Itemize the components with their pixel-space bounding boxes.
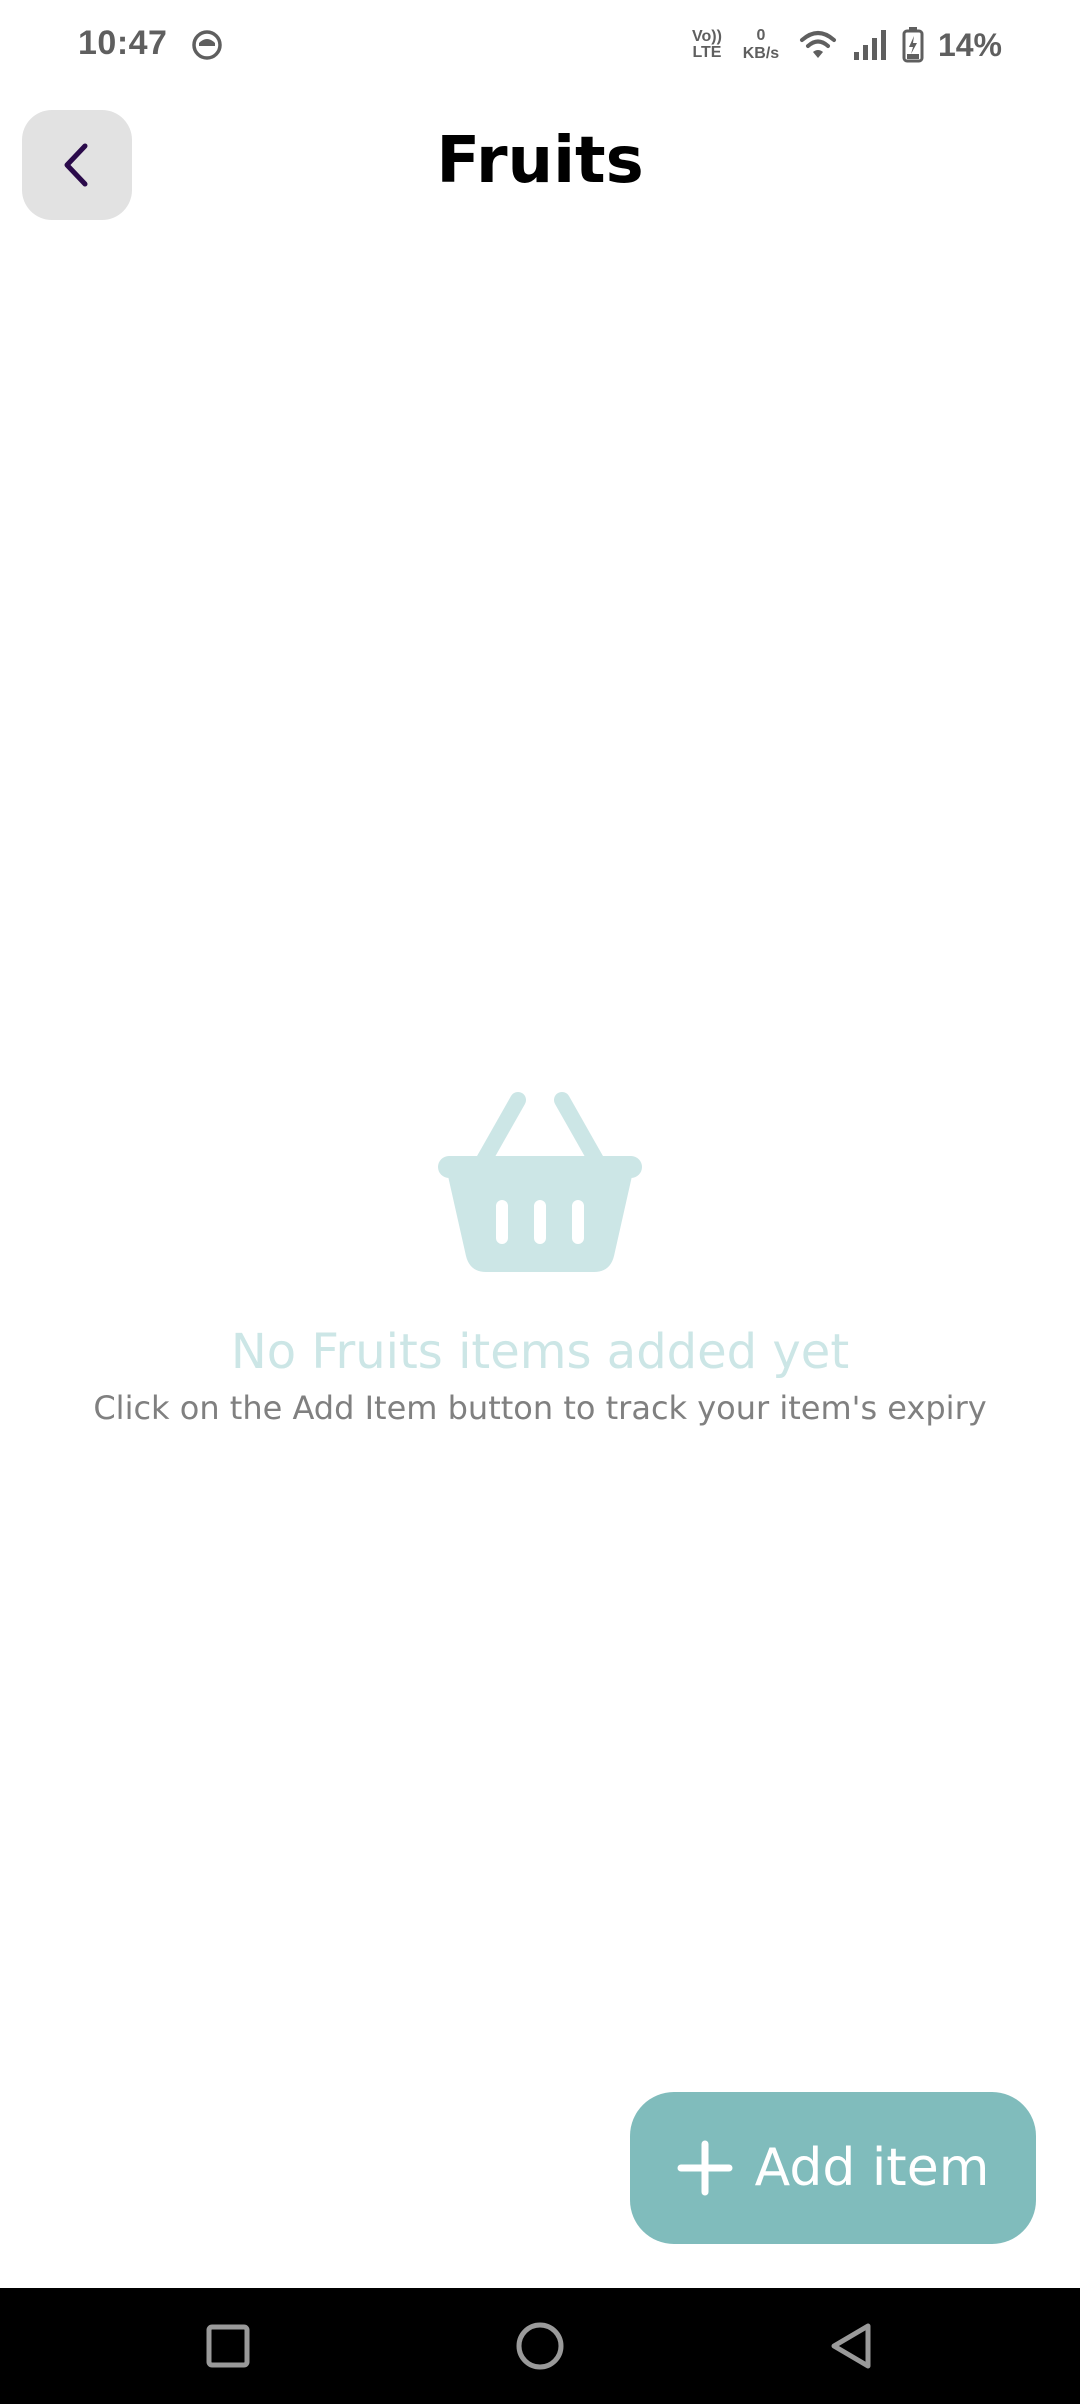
battery-percent: 14%	[937, 26, 1002, 63]
recents-button[interactable]	[198, 2316, 258, 2376]
triangle-back-icon	[831, 2323, 871, 2369]
volte-indicator: Vo)) LTE	[690, 29, 724, 61]
network-speed-unit: KB/s	[742, 45, 780, 62]
empty-state-title: No Fruits items added yet	[230, 1324, 850, 1380]
square-icon	[206, 2324, 250, 2368]
battery-charging-icon	[902, 27, 924, 63]
add-item-label: Add item	[754, 2138, 990, 2198]
wifi-icon	[799, 31, 836, 58]
empty-state: No Fruits items added yet Click on the A…	[0, 1090, 1080, 1430]
plus-icon	[677, 2140, 733, 2196]
home-button[interactable]	[510, 2316, 570, 2376]
status-icons: Vo)) LTE 0 KB/s 14%	[690, 22, 1002, 68]
page-title: Fruits	[436, 124, 644, 198]
app-notification-icon	[192, 30, 222, 60]
volte-line1: Vo))	[691, 28, 722, 45]
status-time: 10:47	[78, 24, 168, 62]
volte-line2: LTE	[692, 44, 722, 61]
empty-state-subtitle: Click on the Add Item button to track yo…	[93, 1389, 987, 1427]
network-speed-value: 0	[756, 27, 766, 44]
signal-icon	[853, 30, 886, 60]
network-speed: 0 KB/s	[738, 27, 784, 63]
add-item-button[interactable]: Add item	[630, 2092, 1036, 2244]
basket-icon	[438, 1092, 642, 1272]
circle-icon	[516, 2322, 564, 2370]
back-nav-button[interactable]	[822, 2316, 882, 2376]
navigation-bar	[0, 2288, 1080, 2404]
screen: 10:47 Vo)) LTE 0 KB/s 14% Fruits No Frui…	[0, 0, 1080, 2404]
status-bar: 10:47 Vo)) LTE 0 KB/s 14%	[0, 0, 1080, 92]
